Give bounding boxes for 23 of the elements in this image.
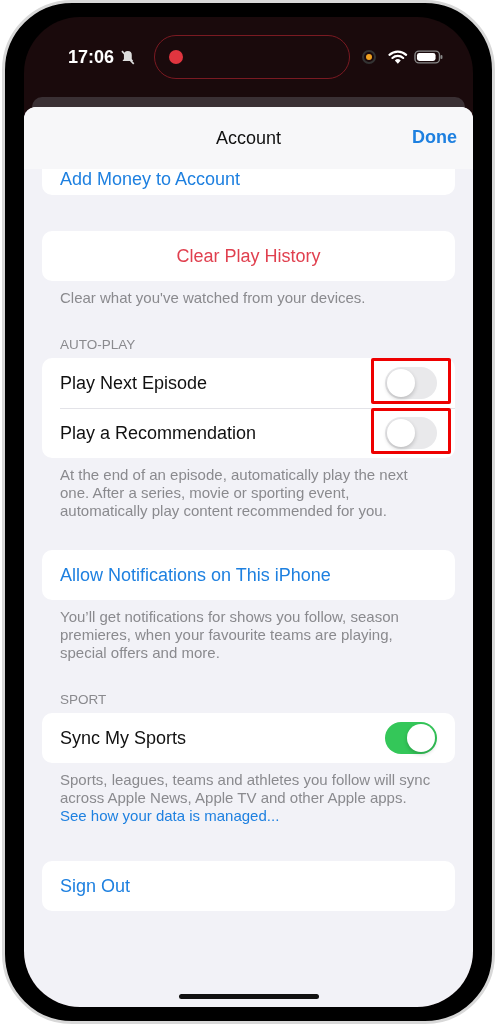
footnote: Sports, leagues, teams and athletes you follow will sync across Apple News, Apple TV and other Apple apps. See how your data is managed... bbox=[59, 770, 432, 825]
setting-label: Sync My Sports bbox=[60, 727, 187, 749]
toggle-switch[interactable] bbox=[385, 722, 437, 754]
data-management-link[interactable]: See how your data is managed... bbox=[60, 807, 280, 824]
done-button[interactable]: Done bbox=[412, 127, 457, 148]
sign-out-button[interactable]: Sign Out bbox=[42, 861, 455, 911]
clear-play-history-button[interactable]: Clear Play History bbox=[42, 231, 455, 281]
footnote: Clear what you've watched from your devices. bbox=[59, 288, 367, 307]
toggle-switch[interactable] bbox=[385, 417, 437, 449]
section-heading: AUTO-PLAY bbox=[59, 337, 137, 354]
add-money-link[interactable]: Add Money to Account bbox=[60, 169, 241, 190]
camera-indicator-icon bbox=[362, 50, 376, 64]
section-heading: SPORT bbox=[59, 692, 108, 709]
footnote: At the end of an episode, automatically play the next one. After a series, movie or sporting event, automatically play content recommended for you. bbox=[59, 465, 409, 520]
wifi-icon bbox=[387, 49, 408, 65]
footnote: You’ll get notifications for shows you follow, season premieres, when your favourite teams are playing, special offers and more. bbox=[59, 607, 400, 662]
status-time: 17:06 bbox=[68, 46, 115, 68]
allow-notifications-button[interactable]: Allow Notifications on This iPhone bbox=[42, 550, 455, 600]
setting-label: Play Next Episode bbox=[60, 372, 208, 394]
toggle-switch[interactable] bbox=[385, 367, 437, 399]
battery-icon bbox=[413, 49, 443, 65]
setting-label: Play a Recommendation bbox=[60, 422, 257, 444]
sheet-title: Account bbox=[215, 127, 281, 149]
